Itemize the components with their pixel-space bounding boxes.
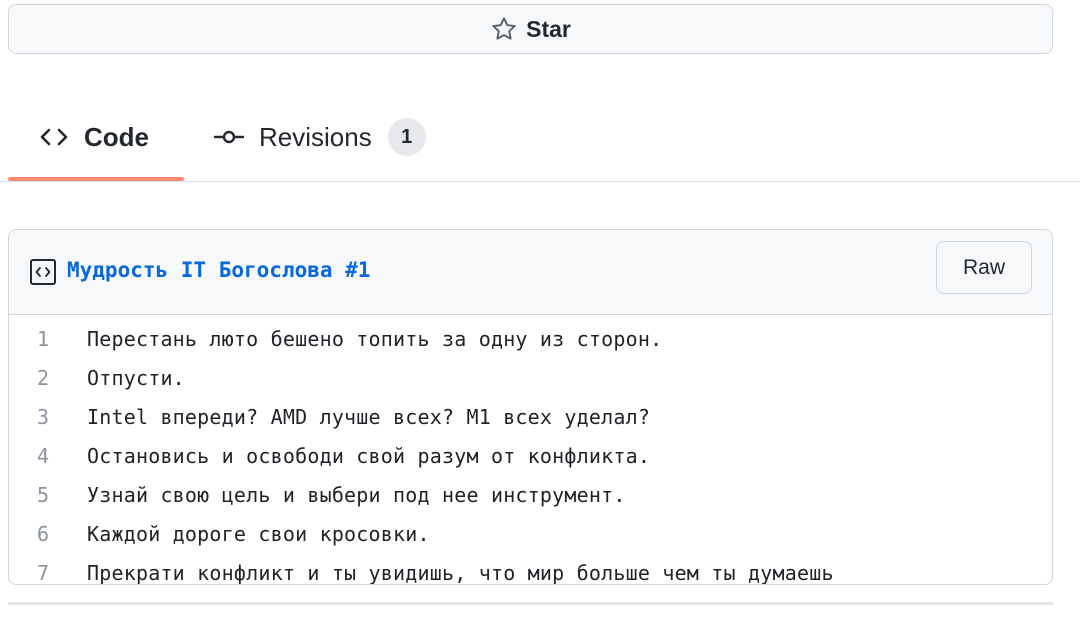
tab-code-label: Code — [84, 121, 149, 152]
file-code-icon — [30, 259, 56, 285]
file-header: Мудрость IT Богослова #1 Raw — [9, 230, 1052, 315]
star-icon — [492, 17, 516, 40]
code-line: 6 Каждой дороге свои кросовки. — [9, 514, 1052, 553]
line-number[interactable]: 4 — [9, 444, 87, 468]
line-text: Отпусти. — [87, 365, 185, 390]
code-line: 3 Intel впереди? AMD лучше всех? M1 всех… — [9, 397, 1052, 436]
code-lines: 1 Перестань люто бешено топить за одну и… — [9, 315, 1052, 585]
line-number[interactable]: 6 — [9, 522, 87, 546]
line-text: Перестань люто бешено топить за одну из … — [87, 326, 663, 351]
tab-nav: Code Revisions 1 — [0, 95, 1080, 182]
revisions-count-badge: 1 — [387, 118, 426, 156]
code-icon — [40, 128, 68, 146]
gist-file: Мудрость IT Богослова #1 Raw 1 Перестань… — [8, 229, 1053, 585]
code-line: 1 Перестань люто бешено топить за одну и… — [9, 319, 1052, 358]
line-text: Прекрати конфликт и ты увидишь, что мир … — [87, 560, 834, 585]
line-number[interactable]: 1 — [9, 327, 87, 351]
star-button-label: Star — [526, 15, 571, 42]
tab-code[interactable]: Code — [8, 95, 184, 181]
line-text: Остановись и освободи свой разум от конф… — [87, 443, 651, 468]
line-number[interactable]: 7 — [9, 561, 87, 585]
line-number[interactable]: 3 — [9, 405, 87, 429]
raw-button[interactable]: Raw — [936, 241, 1032, 294]
line-text: Каждой дороге свои кросовки. — [87, 521, 430, 546]
tab-revisions[interactable]: Revisions 1 — [213, 95, 426, 179]
line-text: Узнай свою цель и выбери под нее инструм… — [87, 482, 626, 507]
tab-revisions-label: Revisions — [259, 121, 372, 152]
code-line: 5 Узнай свою цель и выбери под нее инстр… — [9, 475, 1052, 514]
line-text: Intel впереди? AMD лучше всех? M1 всех у… — [87, 404, 651, 429]
file-name-link[interactable]: Мудрость IT Богослова #1 — [67, 258, 370, 282]
divider — [8, 602, 1053, 605]
code-line: 2 Отпусти. — [9, 358, 1052, 397]
star-button[interactable]: Star — [8, 4, 1053, 54]
code-line: 7 Прекрати конфликт и ты увидишь, что ми… — [9, 553, 1052, 585]
line-number[interactable]: 5 — [9, 483, 87, 507]
code-line: 4 Остановись и освободи свой разум от ко… — [9, 436, 1052, 475]
git-commit-icon — [213, 130, 245, 144]
active-tab-indicator — [8, 177, 184, 181]
line-number[interactable]: 2 — [9, 366, 87, 390]
